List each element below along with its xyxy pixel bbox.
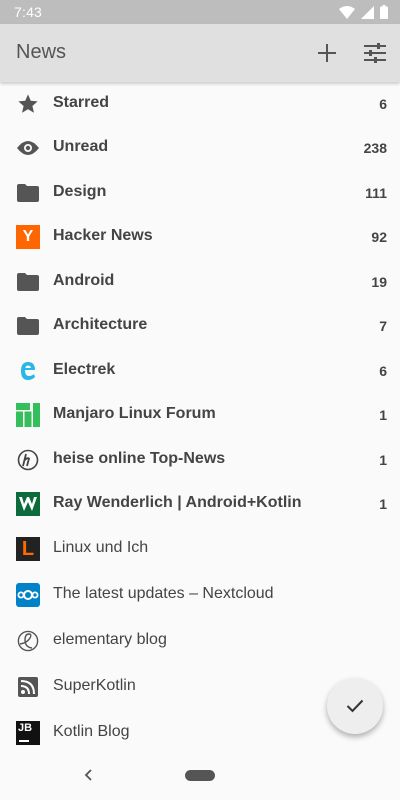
jetbrains-icon: JB [16, 721, 40, 745]
feed-label: Unread [53, 138, 109, 155]
add-feed-button[interactable] [311, 37, 343, 69]
feed-item-architecture[interactable]: Architecture 7 [0, 304, 400, 348]
unread-count: 238 [363, 140, 387, 156]
tune-icon [364, 43, 386, 63]
status-bar: 7:43 [0, 0, 400, 24]
unread-count: 1 [379, 496, 387, 512]
feed-label: Electrek [53, 361, 116, 378]
unread-count: 19 [371, 274, 387, 290]
feed-item-android[interactable]: Android 19 [0, 260, 400, 304]
feed-label: Ray Wenderlich | Android+Kotlin [53, 494, 302, 511]
feed-item-unread[interactable]: Unread 238 [0, 126, 400, 170]
feed-label: Linux und Ich [53, 539, 149, 556]
unread-count: 6 [379, 96, 387, 112]
feed-item-nextcloud[interactable]: The latest updates – Nextcloud [0, 573, 400, 617]
wifi-icon [339, 5, 355, 19]
unread-count: 111 [365, 185, 387, 201]
status-time: 7:43 [14, 4, 43, 20]
plus-icon [318, 44, 336, 62]
home-pill-button[interactable] [185, 770, 215, 781]
unread-count: 7 [379, 318, 387, 334]
check-icon [346, 699, 364, 713]
jetbrains-letters: JB [18, 722, 33, 734]
feed-label: The latest updates – Nextcloud [53, 585, 274, 602]
folder-icon [16, 270, 40, 294]
unread-count: 6 [379, 363, 387, 379]
folder-icon [16, 314, 40, 338]
jetbrains-underline [19, 740, 29, 742]
eye-icon [16, 136, 40, 160]
star-icon [16, 92, 40, 116]
feed-label: Android [53, 272, 115, 289]
feed-item-heise[interactable]: heise online Top-News 1 [0, 438, 400, 482]
folder-icon [16, 181, 40, 205]
feed-label: Manjaro Linux Forum [53, 405, 216, 422]
navigation-bar [0, 750, 400, 800]
linux-und-ich-letter: L [21, 537, 35, 560]
mark-all-read-button[interactable] [327, 678, 383, 734]
raywenderlich-icon [16, 492, 40, 516]
feed-list: Starred 6 Unread 238 Design 111 Y Hacker… [0, 82, 400, 750]
feed-item-starred[interactable]: Starred 6 [0, 82, 400, 126]
hacker-news-icon: Y [16, 225, 40, 249]
app-bar: News [0, 24, 400, 82]
feed-label: Kotlin Blog [53, 723, 130, 740]
feed-item-linux-und-ich[interactable]: L Linux und Ich [0, 527, 400, 571]
unread-count: 1 [379, 407, 387, 423]
feed-label: SuperKotlin [53, 677, 136, 694]
status-icons [339, 5, 388, 19]
feed-item-hacker-news[interactable]: Y Hacker News 92 [0, 215, 400, 259]
electrek-icon [16, 359, 40, 383]
feed-item-ray-wenderlich[interactable]: Ray Wenderlich | Android+Kotlin 1 [0, 482, 400, 526]
feed-label: Starred [53, 94, 110, 111]
chevron-left-icon [84, 769, 92, 781]
feed-item-electrek[interactable]: Electrek 6 [0, 349, 400, 393]
signal-icon [361, 5, 374, 19]
feed-label: Architecture [53, 316, 148, 333]
feed-item-manjaro[interactable]: Manjaro Linux Forum 1 [0, 393, 400, 437]
battery-icon [380, 5, 388, 19]
feed-label: heise online Top-News [53, 450, 226, 467]
nextcloud-icon [16, 583, 40, 607]
linux-und-ich-icon: L [16, 537, 40, 561]
manjaro-icon [16, 403, 40, 427]
heise-icon [16, 448, 40, 472]
feed-item-elementary[interactable]: elementary blog [0, 619, 400, 663]
back-button[interactable] [80, 766, 96, 784]
feed-label: elementary blog [53, 631, 167, 648]
rss-icon [16, 675, 40, 699]
feed-label: Hacker News [53, 227, 153, 244]
unread-count: 1 [379, 452, 387, 468]
filter-settings-button[interactable] [359, 37, 391, 69]
page-title: News [16, 41, 67, 63]
feed-label: Design [53, 183, 107, 200]
feed-item-design[interactable]: Design 111 [0, 171, 400, 215]
unread-count: 92 [371, 229, 387, 245]
elementary-icon [16, 629, 40, 653]
